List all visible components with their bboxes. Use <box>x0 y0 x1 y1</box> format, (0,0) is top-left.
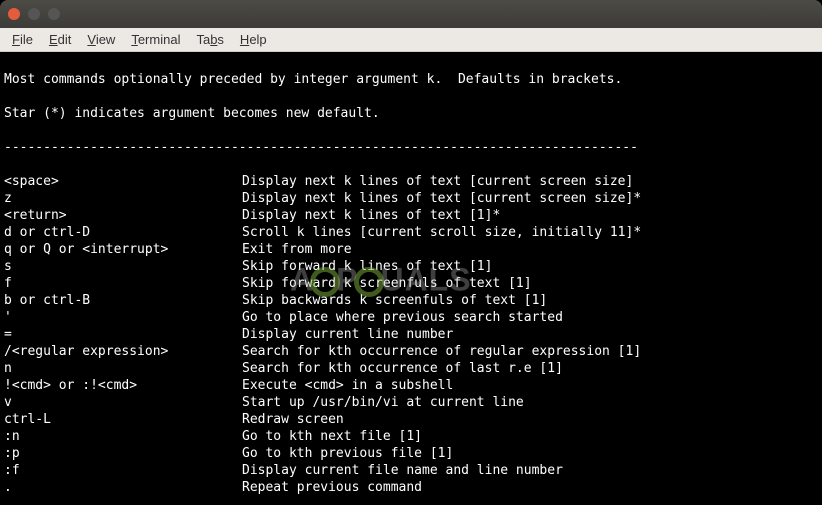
command-row: <space>Display next k lines of text [cur… <box>4 173 818 190</box>
command-key: ' <box>4 309 242 326</box>
command-row: /<regular expression>Search for kth occu… <box>4 343 818 360</box>
command-key: z <box>4 190 242 207</box>
command-desc: Go to kth previous file [1] <box>242 445 818 462</box>
command-row: 'Go to place where previous search start… <box>4 309 818 326</box>
menu-edit-label: dit <box>58 32 72 47</box>
command-desc: Skip forward k lines of text [1] <box>242 258 818 275</box>
command-key: q or Q or <interrupt> <box>4 241 242 258</box>
command-row: .Repeat previous command <box>4 479 818 496</box>
command-key: <space> <box>4 173 242 190</box>
command-row: ctrl-LRedraw screen <box>4 411 818 428</box>
menubar: File Edit View Terminal Tabs Help <box>0 28 822 52</box>
window-controls <box>8 8 60 20</box>
command-key: :n <box>4 428 242 445</box>
command-key: d or ctrl-D <box>4 224 242 241</box>
command-desc: Go to kth next file [1] <box>242 428 818 445</box>
command-row: <return>Display next k lines of text [1]… <box>4 207 818 224</box>
command-desc: Repeat previous command <box>242 479 818 496</box>
command-row: zDisplay next k lines of text [current s… <box>4 190 818 207</box>
help-header-2: Star (*) indicates argument becomes new … <box>4 105 818 122</box>
command-desc: Search for kth occurrence of last r.e [1… <box>242 360 818 377</box>
command-key: . <box>4 479 242 496</box>
command-row: b or ctrl-BSkip backwards k screenfuls o… <box>4 292 818 309</box>
menu-terminal-label: erminal <box>138 32 181 47</box>
command-desc: Display current file name and line numbe… <box>242 462 818 479</box>
command-row: vStart up /usr/bin/vi at current line <box>4 394 818 411</box>
command-row: :pGo to kth previous file [1] <box>4 445 818 462</box>
separator-top: ----------------------------------------… <box>4 139 818 156</box>
command-desc: Exit from more <box>242 241 818 258</box>
command-key: n <box>4 360 242 377</box>
command-desc: Display next k lines of text [1]* <box>242 207 818 224</box>
command-desc: Display current line number <box>242 326 818 343</box>
command-row: :fDisplay current file name and line num… <box>4 462 818 479</box>
command-key: <return> <box>4 207 242 224</box>
command-desc: Search for kth occurrence of regular exp… <box>242 343 818 360</box>
command-row: nSearch for kth occurrence of last r.e [… <box>4 360 818 377</box>
command-key: ctrl-L <box>4 411 242 428</box>
menu-file-label: ile <box>20 32 33 47</box>
command-key: :f <box>4 462 242 479</box>
command-row: fSkip forward k screenfuls of text [1] <box>4 275 818 292</box>
close-button[interactable] <box>8 8 20 20</box>
terminal-output[interactable]: Most commands optionally preceded by int… <box>0 52 822 505</box>
command-key: !<cmd> or :!<cmd> <box>4 377 242 394</box>
command-row: d or ctrl-DScroll k lines [current scrol… <box>4 224 818 241</box>
command-desc: Skip backwards k screenfuls of text [1] <box>242 292 818 309</box>
command-desc: Go to place where previous search starte… <box>242 309 818 326</box>
command-row: q or Q or <interrupt>Exit from more <box>4 241 818 258</box>
terminal-window: File Edit View Terminal Tabs Help Most c… <box>0 0 822 505</box>
menu-edit[interactable]: Edit <box>43 30 77 49</box>
menu-terminal[interactable]: Terminal <box>125 30 186 49</box>
command-key: f <box>4 275 242 292</box>
command-row: :nGo to kth next file [1] <box>4 428 818 445</box>
menu-view[interactable]: View <box>81 30 121 49</box>
menu-tabs-label: s <box>217 32 224 47</box>
minimize-button[interactable] <box>28 8 40 20</box>
command-key: = <box>4 326 242 343</box>
menu-help-label: elp <box>249 32 266 47</box>
command-key: b or ctrl-B <box>4 292 242 309</box>
command-row: !<cmd> or :!<cmd>Execute <cmd> in a subs… <box>4 377 818 394</box>
command-desc: Display next k lines of text [current sc… <box>242 173 818 190</box>
menu-help[interactable]: Help <box>234 30 273 49</box>
titlebar <box>0 0 822 28</box>
command-key: /<regular expression> <box>4 343 242 360</box>
command-row: sSkip forward k lines of text [1] <box>4 258 818 275</box>
menu-file[interactable]: File <box>6 30 39 49</box>
command-desc: Display next k lines of text [current sc… <box>242 190 818 207</box>
maximize-button[interactable] <box>48 8 60 20</box>
help-header-1: Most commands optionally preceded by int… <box>4 71 818 88</box>
menu-tabs[interactable]: Tabs <box>190 30 229 49</box>
command-key: s <box>4 258 242 275</box>
menu-view-label: iew <box>96 32 116 47</box>
command-desc: Start up /usr/bin/vi at current line <box>242 394 818 411</box>
command-desc: Execute <cmd> in a subshell <box>242 377 818 394</box>
command-desc: Redraw screen <box>242 411 818 428</box>
command-key: v <box>4 394 242 411</box>
command-row: =Display current line number <box>4 326 818 343</box>
command-key: :p <box>4 445 242 462</box>
command-desc: Scroll k lines [current scroll size, ini… <box>242 224 818 241</box>
command-desc: Skip forward k screenfuls of text [1] <box>242 275 818 292</box>
